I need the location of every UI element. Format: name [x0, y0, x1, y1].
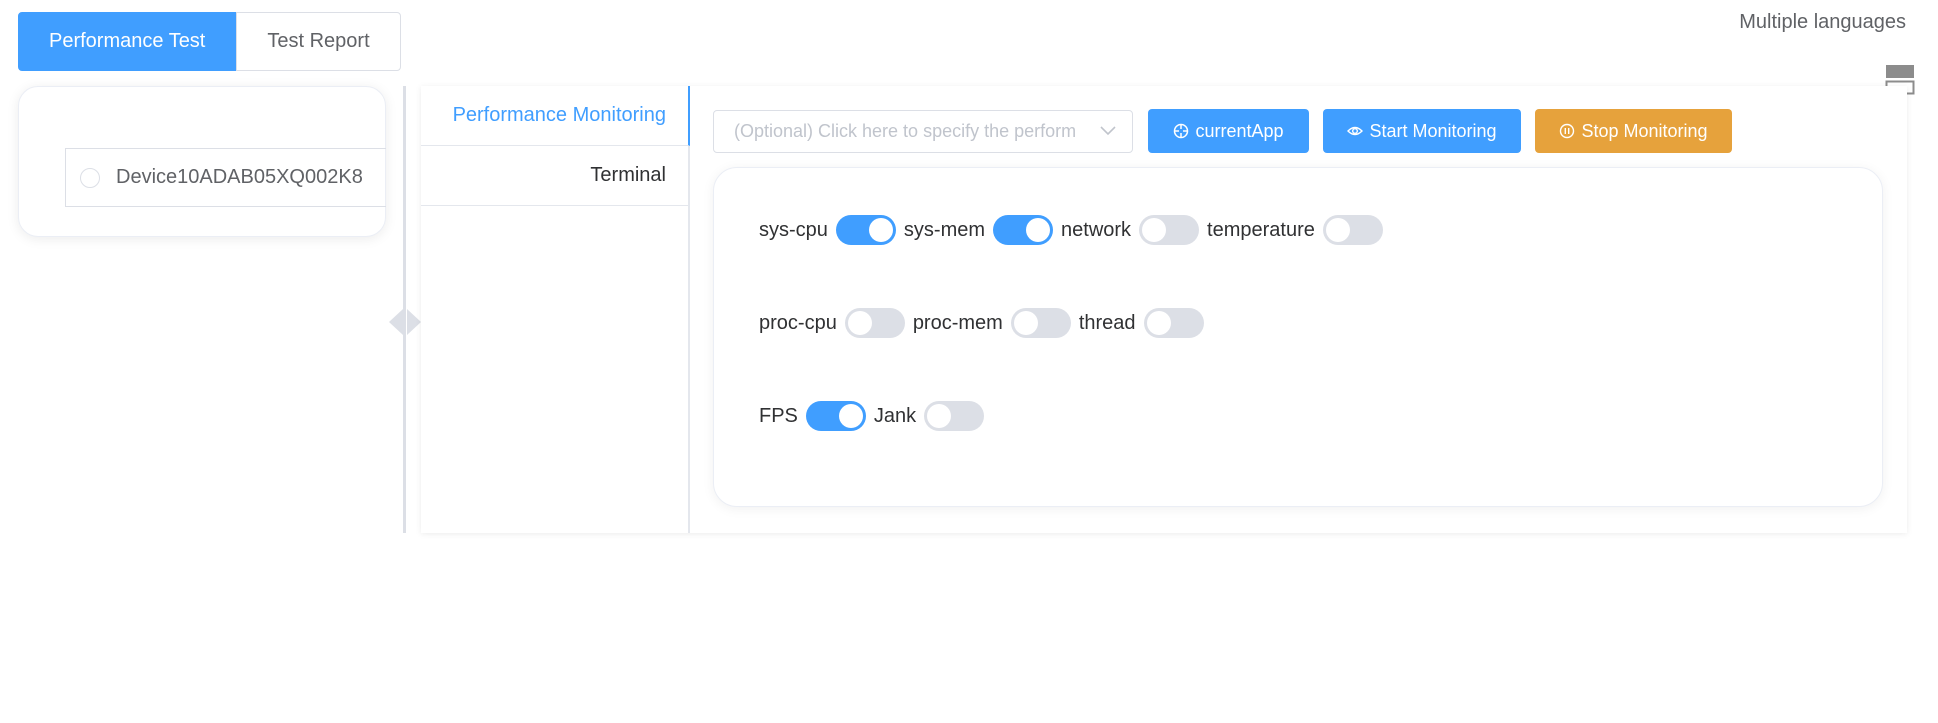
device-list-panel: Device10ADAB05XQ002K8 [18, 86, 386, 237]
pause-icon [1560, 123, 1575, 139]
metric-label: Jank [873, 404, 917, 427]
proc-mem-toggle[interactable] [1010, 308, 1071, 338]
splitter-handle-icon[interactable] [389, 309, 421, 335]
tab-performance-test[interactable]: Performance Test [18, 12, 237, 71]
current-app-label: currentApp [1195, 120, 1284, 141]
network-toggle[interactable] [1139, 215, 1200, 245]
proc-cpu-toggle[interactable] [844, 308, 905, 338]
chevron-down-icon [1100, 126, 1116, 136]
crosshair-icon [1174, 123, 1189, 139]
jank-toggle[interactable] [924, 401, 985, 431]
start-monitoring-label: Start Monitoring [1369, 120, 1497, 141]
metric-label: temperature [1207, 218, 1315, 241]
metric-label: network [1061, 218, 1132, 241]
metric-label: sys-cpu [759, 218, 828, 241]
tab-test-report[interactable]: Test Report [236, 12, 401, 71]
device-item[interactable]: Device10ADAB05XQ002K8 [65, 148, 386, 207]
device-radio[interactable] [80, 167, 100, 188]
metric-label: proc-cpu [759, 311, 837, 334]
main-panel: Performance Monitoring Terminal (Optiona… [421, 86, 1907, 533]
app-select-placeholder: (Optional) Click here to specify the per… [734, 121, 1077, 141]
start-monitoring-button[interactable]: Start Monitoring [1323, 109, 1521, 153]
app-select[interactable]: (Optional) Click here to specify the per… [713, 110, 1133, 153]
current-app-button[interactable]: currentApp [1148, 109, 1309, 153]
sys-cpu-toggle[interactable] [835, 215, 896, 245]
metrics-row-system: sys-cpu sys-mem network temperature [759, 215, 1391, 245]
top-tabs: Performance Test Test Report [18, 12, 401, 71]
fps-toggle[interactable] [805, 401, 866, 431]
stop-monitoring-label: Stop Monitoring [1581, 120, 1708, 141]
sys-mem-toggle[interactable] [993, 215, 1054, 245]
thread-toggle[interactable] [1143, 308, 1204, 338]
metric-label: sys-mem [903, 218, 986, 241]
metrics-row-process: proc-cpu proc-mem thread [759, 308, 1212, 338]
metric-label: FPS [759, 404, 798, 427]
metrics-row-frames: FPS Jank [759, 401, 992, 431]
tab-terminal[interactable]: Terminal [421, 146, 688, 206]
metrics-panel: sys-cpu sys-mem network temperature proc… [713, 167, 1883, 507]
temperature-toggle[interactable] [1322, 215, 1383, 245]
eye-icon [1347, 126, 1364, 136]
metric-label: proc-mem [912, 311, 1003, 334]
language-selector[interactable]: Multiple languages [1739, 11, 1906, 34]
device-name: Device10ADAB05XQ002K8 [116, 166, 363, 188]
stop-monitoring-button[interactable]: Stop Monitoring [1535, 109, 1732, 153]
metric-label: thread [1078, 311, 1136, 334]
tab-performance-monitoring[interactable]: Performance Monitoring [421, 86, 690, 146]
side-tabs: Performance Monitoring Terminal [421, 86, 690, 533]
